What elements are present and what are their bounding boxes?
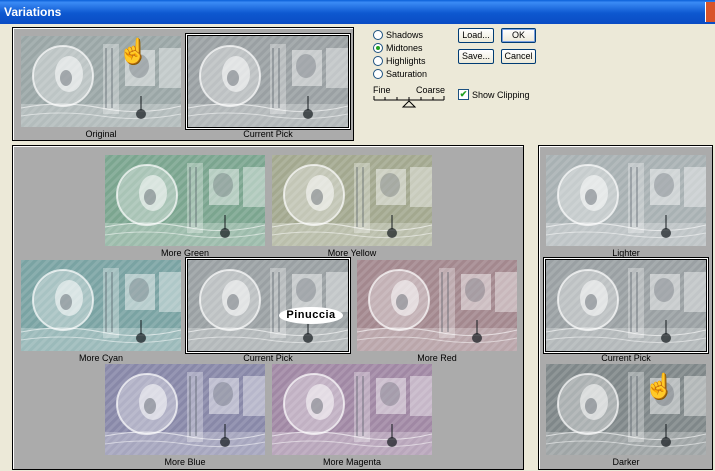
- pinuccia-watermark: Pinuccia: [279, 307, 343, 324]
- title-bar: Variations: [0, 0, 715, 24]
- radio-highlights[interactable]: Highlights: [373, 54, 426, 67]
- thumb-darker[interactable]: [546, 364, 706, 455]
- thumb-original-label: Original: [85, 129, 117, 139]
- thumb-more-green-label: More Green: [160, 248, 210, 258]
- ok-button[interactable]: OK: [501, 28, 536, 43]
- thumb-current-pick-right-label: Current Pick: [601, 353, 651, 363]
- radio-label: Highlights: [386, 55, 426, 66]
- thumb-current-pick-top[interactable]: [187, 35, 349, 128]
- thumb-image: [546, 364, 706, 455]
- radio-circle: [373, 55, 383, 66]
- thumb-image: [105, 364, 265, 455]
- thumb-image: [188, 36, 348, 127]
- thumb-more-magenta-label: More Magenta: [322, 457, 382, 467]
- window-title: Variations: [4, 5, 62, 19]
- radio-shadows[interactable]: Shadows: [373, 28, 423, 41]
- thumb-more-blue-label: More Blue: [164, 457, 206, 467]
- close-icon[interactable]: [705, 2, 715, 22]
- radio-circle: [373, 68, 383, 79]
- radio-midtones[interactable]: Midtones: [373, 41, 423, 54]
- thumb-current-pick-center[interactable]: [187, 259, 349, 352]
- radio-label: Saturation: [386, 68, 428, 79]
- radio-circle: [373, 29, 383, 40]
- thumb-image: [546, 260, 706, 351]
- radio-circle: [373, 42, 383, 53]
- thumb-lighter-label: Lighter: [612, 248, 640, 258]
- thumb-more-cyan-label: More Cyan: [78, 353, 123, 363]
- thumb-more-cyan[interactable]: [21, 260, 181, 351]
- thumb-lighter[interactable]: [546, 155, 706, 246]
- slider-thumb: [401, 100, 417, 108]
- radio-saturation[interactable]: Saturation: [373, 67, 427, 80]
- thumb-image: [272, 364, 432, 455]
- thumb-darker-label: Darker: [612, 457, 640, 467]
- thumb-current-pick-right[interactable]: [545, 259, 707, 352]
- show-clipping-checkbox[interactable]: ✔: [458, 89, 469, 100]
- thumb-more-red-label: More Red: [417, 353, 457, 363]
- pointing-hand-icon: ☝: [118, 38, 148, 65]
- show-clipping-label: Show Clipping: [472, 90, 530, 100]
- thumb-more-red[interactable]: [357, 260, 517, 351]
- radio-label: Midtones: [386, 42, 423, 53]
- thumb-more-yellow-label: More Yellow: [327, 248, 377, 258]
- thumb-more-magenta[interactable]: [272, 364, 432, 455]
- thumb-current-pick-center-label: Current Pick: [243, 353, 293, 363]
- thumb-current-pick-top-label: Current Pick: [243, 129, 293, 139]
- thumb-more-blue[interactable]: [105, 364, 265, 455]
- thumb-more-yellow[interactable]: [272, 155, 432, 246]
- save-button[interactable]: Save...: [458, 49, 494, 64]
- thumb-original[interactable]: [21, 36, 181, 127]
- thumb-image: [21, 36, 181, 127]
- thumb-image: [546, 155, 706, 246]
- fine-coarse-slider[interactable]: Fine Coarse: [373, 85, 445, 109]
- cancel-button[interactable]: Cancel: [501, 49, 536, 64]
- slider-track: [373, 96, 445, 108]
- load-button[interactable]: Load...: [458, 28, 494, 43]
- thumb-image: [188, 260, 348, 351]
- thumb-image: [105, 155, 265, 246]
- radio-label: Shadows: [386, 29, 424, 40]
- thumb-more-green[interactable]: [105, 155, 265, 246]
- pointing-hand-icon: ☝: [644, 373, 674, 400]
- thumb-image: [357, 260, 517, 351]
- thumb-image: [21, 260, 181, 351]
- thumb-image: [272, 155, 432, 246]
